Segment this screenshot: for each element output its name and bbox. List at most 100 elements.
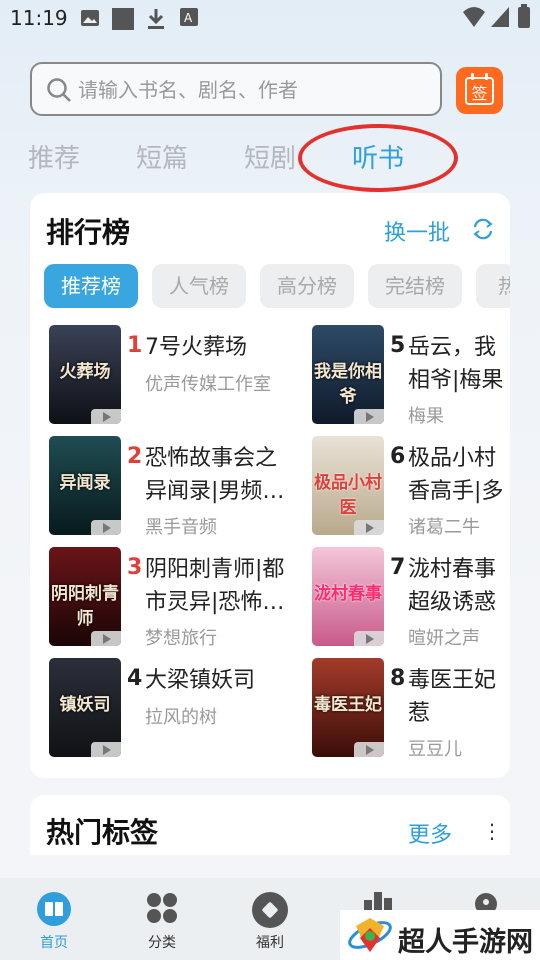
welfare-icon (252, 892, 288, 928)
book-item[interactable]: 极品小村医 6 极品小村香高手|多 诸葛二牛 (312, 436, 510, 538)
download-icon (148, 9, 164, 29)
square-icon (112, 8, 134, 30)
refresh-icon[interactable] (471, 217, 495, 241)
watermark-text: 超人手游网 (398, 927, 533, 958)
rank-number: 8 (390, 666, 406, 691)
play-icon (354, 520, 384, 535)
filter-hot-list[interactable]: 热 (476, 264, 510, 308)
more-button[interactable]: 更多 (408, 817, 452, 849)
text-a-icon: A (180, 8, 198, 26)
filter-popular-list[interactable]: 人气榜 (152, 264, 246, 308)
nav-label: 分类 (148, 935, 176, 951)
ranking-title: 排行榜 (46, 216, 131, 249)
sign-label: 签 (471, 84, 488, 103)
book-author: 梦想旅行 (145, 628, 217, 649)
play-icon (91, 520, 121, 535)
book-title: 7号火葬场 (145, 335, 247, 360)
filter-completed-list[interactable]: 完结榜 (368, 264, 462, 308)
tab-short-stories[interactable]: 短篇 (136, 138, 188, 175)
cover-title: 毒医王妃 (314, 695, 382, 715)
book-title: 岳云，我相爷|梅果 (408, 335, 504, 393)
book-author: 诸葛二牛 (408, 517, 480, 538)
more-options-icon[interactable]: ⋮ (482, 819, 502, 843)
cover-title: 异闻录 (59, 473, 111, 493)
refresh-button[interactable]: 换一批 (384, 215, 450, 247)
book-item[interactable]: 我是你相爷 5 岳云，我相爷|梅果 梅果 (312, 325, 510, 427)
book-cover: 泷村春事 (312, 547, 384, 646)
book-title: 毒医王妃惹 (408, 668, 497, 726)
filter-recommend-list[interactable]: 推荐榜 (44, 264, 138, 308)
book-item[interactable]: 火葬场 1 7号火葬场 优声传媒工作室 (49, 325, 279, 425)
book-cover: 火葬场 (49, 325, 121, 424)
nav-label: 福利 (256, 935, 284, 951)
play-icon (91, 409, 121, 424)
nav-item-home[interactable]: 首页 (4, 878, 104, 960)
book-title: 阴阳刺青师|都市灵异|恐怖… (145, 557, 285, 615)
tab-recommend[interactable]: 推荐 (28, 138, 80, 175)
home-book-icon (37, 892, 71, 926)
tab-short-dramas[interactable]: 短剧 (244, 138, 296, 175)
filter-high-score-list[interactable]: 高分榜 (260, 264, 354, 308)
status-bar: 11:19 A (0, 0, 540, 40)
play-icon (91, 631, 121, 646)
cover-title: 火葬场 (59, 362, 111, 382)
search-icon (47, 78, 71, 102)
book-author: 黑手音频 (145, 517, 217, 538)
book-author: 拉风的树 (145, 707, 217, 728)
nav-item-category[interactable]: 分类 (112, 878, 212, 960)
cover-title: 镇妖司 (59, 695, 111, 715)
rank-number: 4 (127, 666, 143, 691)
book-item[interactable]: 阴阳刺青师 3 阴阳刺青师|都市灵异|恐怖… 梦想旅行 (49, 547, 284, 649)
play-icon (354, 409, 384, 424)
nav-item-welfare[interactable]: 福利 (220, 878, 320, 960)
book-item[interactable]: 镇妖司 4 大梁镇妖司 拉风的树 (49, 658, 279, 758)
cover-title: 阴阳刺青师 (51, 584, 119, 629)
book-title: 大梁镇妖司 (145, 668, 256, 693)
book-cover: 毒医王妃 (312, 658, 384, 757)
play-icon (91, 742, 121, 757)
cover-title: 泷村春事 (314, 584, 382, 604)
highlight-annotation (298, 124, 458, 192)
book-author: 暄妍之声 (408, 628, 480, 649)
play-icon (354, 631, 384, 646)
book-cover: 我是你相爷 (312, 325, 384, 424)
book-title: 恐怖故事会之异闻录|男频… (145, 446, 285, 504)
cover-title: 我是你相爷 (314, 362, 382, 407)
ranking-card: 排行榜 换一批 推荐榜 人气榜 高分榜 完结榜 热 火葬场 1 7号火葬场 优声… (30, 193, 510, 778)
rank-number: 3 (127, 555, 143, 580)
category-icon (147, 893, 177, 923)
hot-tags-card: 热门标签 更多 ⋮ (30, 795, 510, 855)
signal-icon (491, 7, 509, 27)
rank-number: 1 (127, 333, 143, 358)
book-cover: 镇妖司 (49, 658, 121, 757)
rank-number: 2 (127, 444, 143, 469)
book-item[interactable]: 泷村春事 7 泷村春事超级诱惑 暄妍之声 (312, 547, 510, 649)
rank-number: 6 (390, 444, 406, 469)
svg-text:A: A (184, 11, 193, 25)
hot-tags-title: 热门标签 (46, 816, 159, 849)
book-author: 优声传媒工作室 (145, 374, 271, 395)
book-author: 豆豆儿 (408, 739, 462, 760)
rank-number: 5 (390, 333, 406, 358)
book-item[interactable]: 异闻录 2 恐怖故事会之异闻录|男频… 黑手音频 (49, 436, 284, 538)
battery-icon (518, 4, 530, 28)
book-cover: 阴阳刺青师 (49, 547, 121, 646)
book-title: 极品小村香高手|多 (408, 446, 504, 504)
sign-in-button[interactable]: 签 (456, 67, 503, 114)
book-author: 梅果 (408, 406, 444, 427)
cover-title: 极品小村医 (314, 473, 382, 518)
wifi-icon (463, 7, 485, 27)
play-icon (354, 742, 384, 757)
search-box[interactable] (30, 62, 442, 116)
book-cover: 异闻录 (49, 436, 121, 535)
rank-number: 7 (390, 555, 406, 580)
status-time: 11:19 (10, 6, 68, 30)
image-icon (81, 10, 99, 26)
search-input[interactable] (78, 72, 428, 108)
book-cover: 极品小村医 (312, 436, 384, 535)
nav-label: 首页 (40, 935, 68, 951)
book-title: 泷村春事超级诱惑 (408, 557, 497, 615)
watermark-logo-icon (348, 918, 392, 952)
book-item[interactable]: 毒医王妃 8 毒医王妃惹 豆豆儿 (312, 658, 510, 760)
watermark: 超人手游网 (340, 910, 540, 960)
